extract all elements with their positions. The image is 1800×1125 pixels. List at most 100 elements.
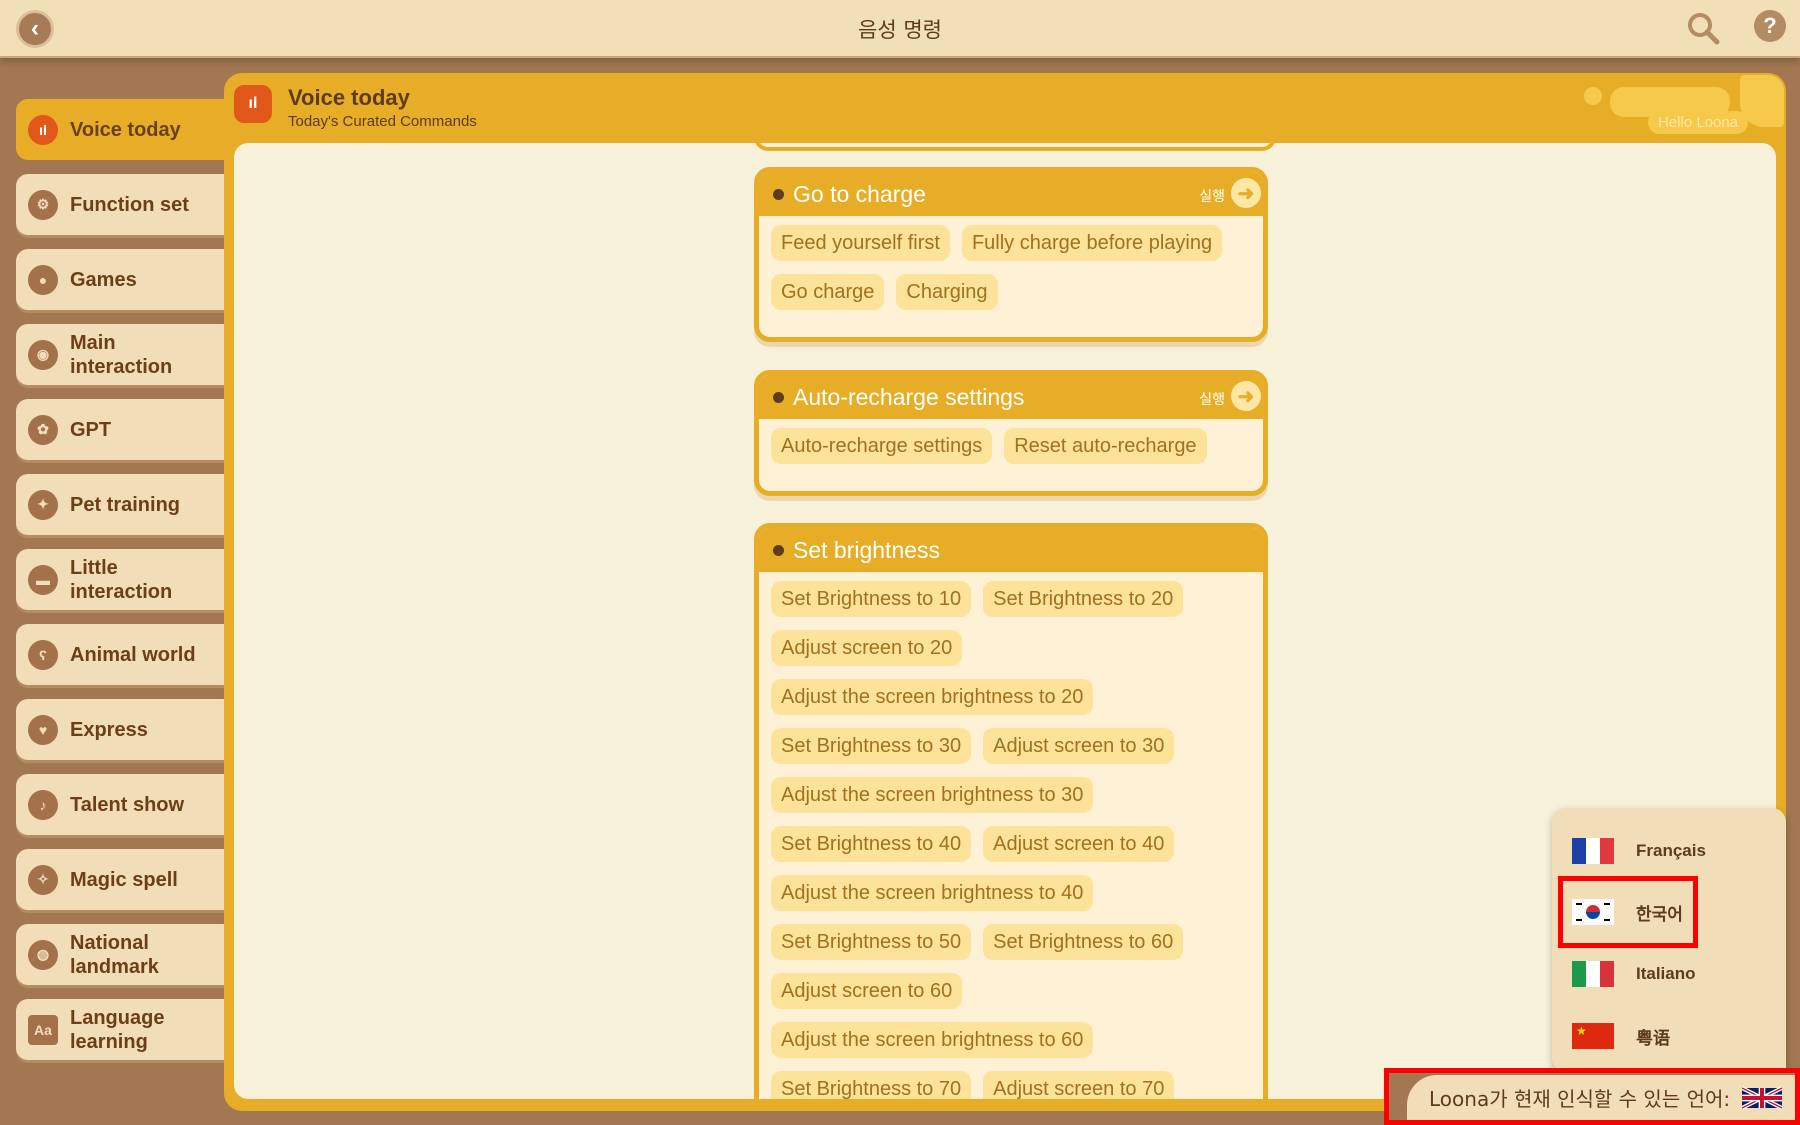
sidebar-item-little-interaction[interactable]: ▬ Little interaction — [16, 549, 224, 610]
gears-icon: ⚙ — [28, 189, 58, 220]
command-chip[interactable]: Adjust the screen brightness to 20 — [771, 679, 1094, 715]
globe-icon: ◍ — [28, 939, 58, 970]
command-chip[interactable]: Fully charge before playing — [961, 225, 1223, 261]
sidebar-item-main-interaction[interactable]: ◉ Main interaction — [16, 324, 224, 385]
language-label: Italiano — [1636, 964, 1696, 983]
command-chip[interactable]: Adjust the screen brightness to 40 — [771, 875, 1094, 911]
command-chip[interactable]: Set Brightness to 40 — [771, 826, 972, 862]
voice-today-icon: ıl — [28, 114, 58, 145]
command-chip[interactable]: Set Brightness to 60 — [983, 924, 1184, 960]
sidebar-item-label: Talent show — [70, 793, 185, 816]
sidebar-item-function-set[interactable]: ⚙ Function set — [16, 174, 224, 235]
sidebar-item-label: Games — [70, 268, 137, 291]
sidebar-item-national-landmark[interactable]: ◍ National landmark — [16, 924, 224, 985]
command-chip[interactable]: Set Brightness to 70 — [771, 1071, 972, 1099]
language-option-korean[interactable]: 한국어 — [1558, 876, 1698, 948]
language-option-italian[interactable]: Italiano — [1572, 954, 1696, 994]
command-chip[interactable]: Adjust screen to 60 — [771, 973, 963, 1009]
command-chip[interactable]: Adjust screen to 30 — [983, 728, 1175, 764]
korea-flag-icon — [1572, 899, 1614, 925]
bear-icon: ʕ — [28, 639, 58, 670]
arrow-right-icon: ➜ — [1237, 385, 1255, 408]
command-chip[interactable]: Go charge — [771, 274, 885, 310]
run-button[interactable]: ➜ — [1231, 178, 1261, 208]
sidebar-item-language-learning[interactable]: Aa Language learning — [16, 999, 224, 1060]
command-chip[interactable]: Set Brightness to 30 — [771, 728, 972, 764]
current-language-bar-inner: Loona가 현재 인식할 수 있는 언어: — [1407, 1075, 1795, 1120]
language-option-cantonese[interactable]: ★ 粤语 — [1572, 1016, 1670, 1056]
help-button[interactable]: ? — [1754, 10, 1786, 42]
voice-today-icon: ıl — [234, 85, 272, 123]
run-label: 실행 — [1199, 189, 1225, 205]
robot-face-icon: ◉ — [28, 339, 58, 370]
command-chip[interactable]: Adjust screen to 40 — [983, 826, 1175, 862]
uk-flag-icon — [1742, 1085, 1783, 1110]
panel-title: Voice today — [288, 85, 410, 110]
command-chip[interactable]: Reset auto-recharge — [1004, 428, 1207, 464]
sidebar-item-voice-today[interactable]: ıl Voice today — [16, 99, 224, 160]
heart-icon: ♥ — [28, 714, 58, 745]
command-chip[interactable]: Set Brightness to 10 — [771, 581, 972, 617]
china-flag-icon: ★ — [1572, 1023, 1614, 1049]
top-bar: ‹ 음성 명령 ? — [0, 0, 1800, 58]
card-title: Set brightness — [793, 537, 941, 563]
sidebar-item-label: GPT — [70, 418, 112, 441]
panel-subtitle: Today's Curated Commands — [288, 113, 477, 130]
bullet-icon — [773, 392, 784, 403]
sidebar-item-label: National landmark — [70, 931, 159, 978]
sidebar-item-label: Pet training — [70, 493, 181, 516]
command-card-go-to-charge: Go to charge 실행 ➜ Feed yourself first Fu… — [754, 167, 1268, 342]
sidebar-item-gpt[interactable]: ✿ GPT — [16, 399, 224, 460]
card-header: Go to charge 실행 ➜ — [759, 172, 1263, 216]
gpt-icon: ✿ — [28, 414, 58, 445]
card-title: Auto-recharge settings — [793, 384, 1025, 410]
command-chip[interactable]: Feed yourself first — [771, 225, 950, 261]
sidebar-item-label: Little interaction — [70, 556, 173, 603]
card-header: Auto-recharge settings 실행 ➜ — [759, 375, 1263, 419]
current-language-bar[interactable]: Loona가 현재 인식할 수 있는 언어: — [1384, 1068, 1800, 1125]
command-chip[interactable]: Set Brightness to 20 — [983, 581, 1184, 617]
music-note-icon: ♪ — [28, 789, 58, 820]
sidebar-item-express[interactable]: ♥ Express — [16, 699, 224, 760]
command-chip[interactable]: Adjust screen to 70 — [983, 1071, 1175, 1099]
command-chip[interactable]: Adjust the screen brightness to 30 — [771, 777, 1094, 813]
command-chip[interactable]: Adjust screen to 20 — [771, 630, 963, 666]
search-icon — [1688, 13, 1720, 45]
language-label: Français — [1636, 841, 1706, 860]
run-button[interactable]: ➜ — [1231, 381, 1261, 411]
command-chip[interactable]: Adjust the screen brightness to 60 — [771, 1022, 1094, 1058]
card-title: Go to charge — [793, 181, 926, 207]
sidebar-item-talent-show[interactable]: ♪ Talent show — [16, 774, 224, 835]
sidebar-item-label: Function set — [70, 193, 189, 216]
france-flag-icon — [1572, 838, 1614, 864]
command-card-set-brightness: Set brightness Set Brightness to 10 Set … — [754, 523, 1268, 1099]
italy-flag-icon — [1572, 961, 1614, 987]
search-button[interactable] — [1685, 10, 1721, 46]
sidebar-item-pet-training[interactable]: ✦ Pet training — [16, 474, 224, 535]
previous-card-edge — [754, 143, 1276, 151]
command-chip[interactable]: Charging — [896, 274, 998, 310]
sidebar-item-label: Main interaction — [70, 331, 173, 378]
command-card-auto-recharge: Auto-recharge settings 실행 ➜ Auto-recharg… — [754, 370, 1268, 496]
help-icon: ? — [1763, 13, 1777, 38]
sidebar-item-label: Language learning — [70, 1006, 165, 1053]
magic-wand-icon: ✧ — [28, 864, 58, 895]
sidebar-item-games[interactable]: ● Games — [16, 249, 224, 310]
command-chip[interactable]: Set Brightness to 50 — [771, 924, 972, 960]
pet-training-icon: ✦ — [28, 489, 58, 520]
sidebar-item-label: Express — [70, 718, 148, 741]
sidebar-item-animal-world[interactable]: ʕ Animal world — [16, 624, 224, 685]
command-chip[interactable]: Auto-recharge settings — [771, 428, 993, 464]
decoration-dot — [1584, 87, 1602, 105]
command-list[interactable]: Go to charge 실행 ➜ Feed yourself first Fu… — [234, 143, 1776, 1099]
hat-icon: ▬ — [28, 564, 58, 595]
sidebar-item-magic-spell[interactable]: ✧ Magic spell — [16, 849, 224, 910]
language-label: 粤语 — [1636, 1028, 1670, 1048]
card-header: Set brightness — [759, 528, 1263, 572]
arrow-right-icon: ➜ — [1237, 182, 1255, 205]
language-option-french[interactable]: Français — [1572, 831, 1706, 871]
bullet-icon — [773, 189, 784, 200]
gamepad-icon: ● — [28, 264, 58, 295]
language-label: 한국어 — [1636, 904, 1683, 924]
run-label: 실행 — [1199, 392, 1225, 408]
